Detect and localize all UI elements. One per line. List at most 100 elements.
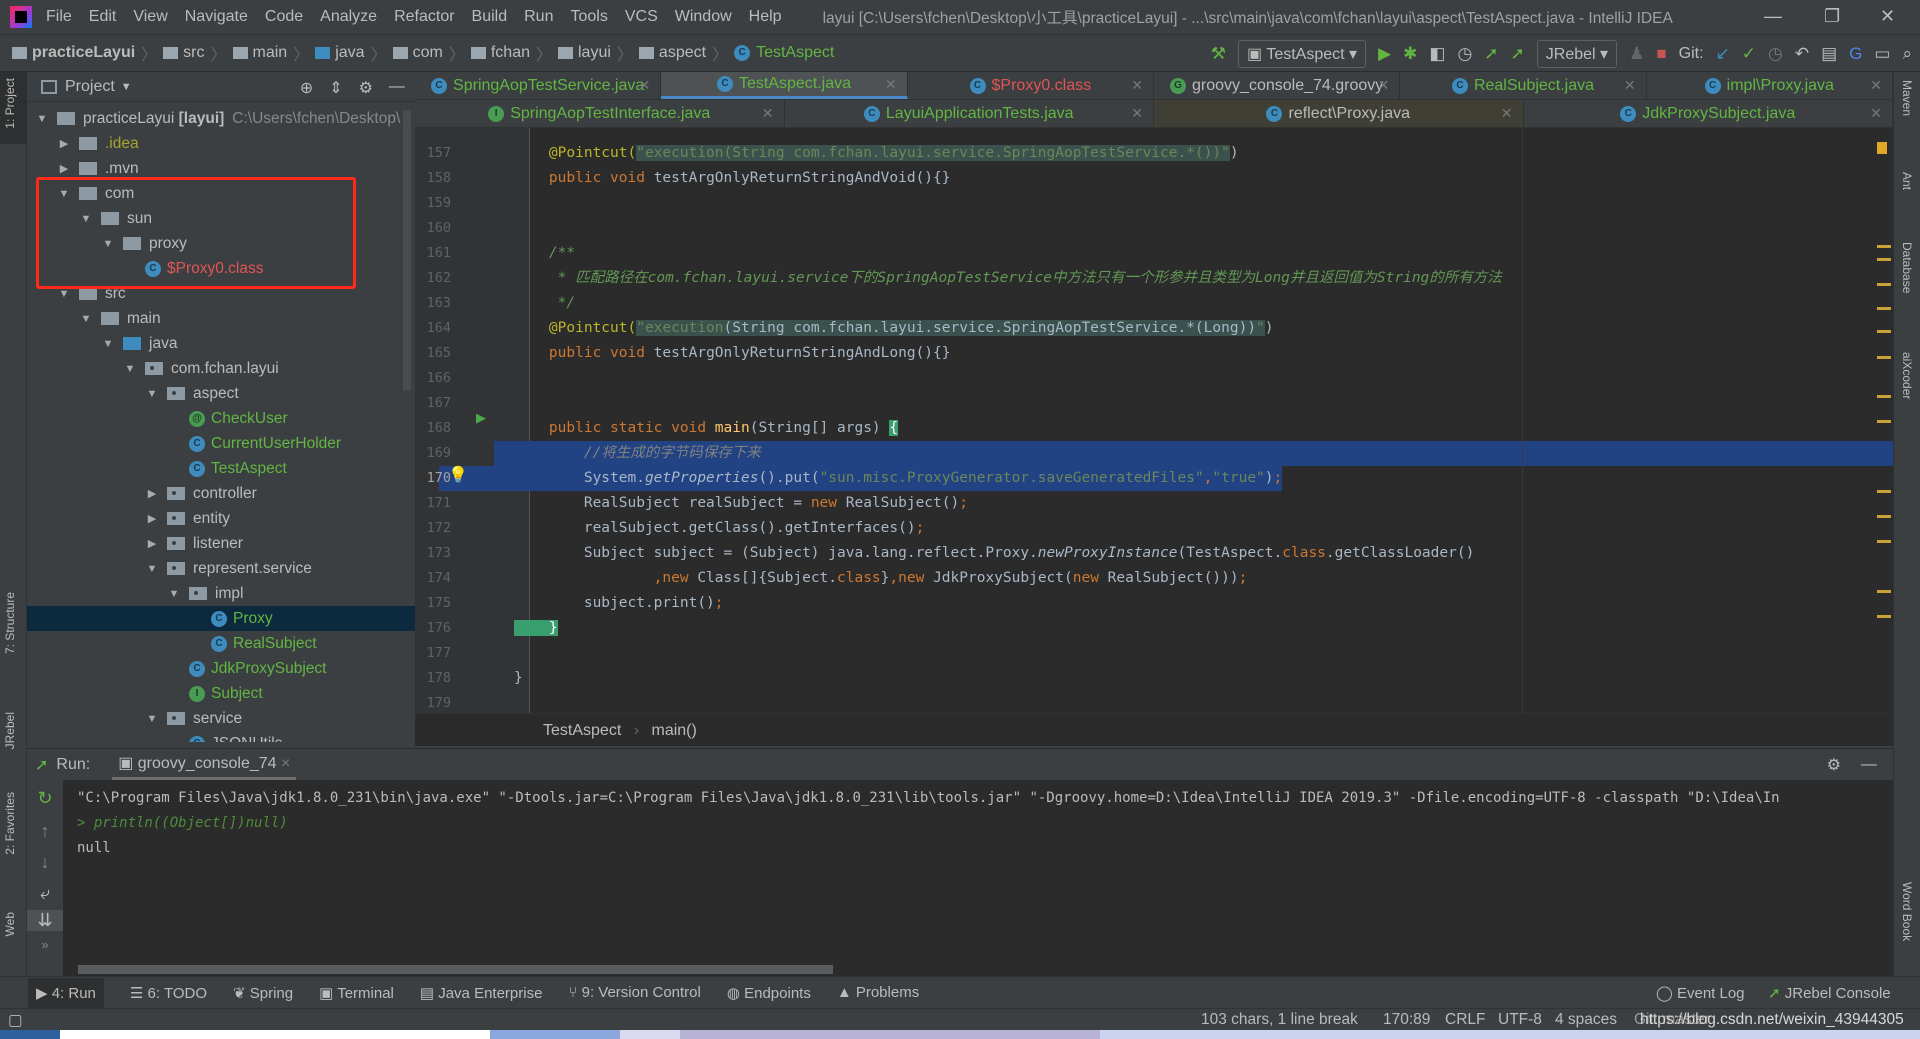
jrebel-debug-icon[interactable]: ➚: [1511, 44, 1525, 64]
rerun-icon[interactable]: ↻: [27, 788, 63, 809]
status-caret-position[interactable]: 170:89: [1383, 1011, 1430, 1029]
editor-tab[interactable]: C $Proxy0.class ✕: [908, 72, 1154, 99]
search-icon[interactable]: ⌕: [1902, 44, 1912, 64]
jrebel-console-button[interactable]: ➚ JRebel Console: [1768, 984, 1891, 1002]
project-view-select[interactable]: Project: [65, 78, 115, 96]
tree-item[interactable]: C TestAspect: [27, 456, 415, 481]
tree-item[interactable]: ▶ entity: [27, 506, 415, 531]
menu-vcs[interactable]: VCS: [625, 8, 658, 26]
tree-item[interactable]: C CurrentUserHolder: [27, 431, 415, 456]
tree-item[interactable]: ▼ aspect: [27, 381, 415, 406]
presentation-icon[interactable]: ▭: [1874, 44, 1890, 64]
menu-edit[interactable]: Edit: [89, 8, 117, 26]
nav-crumb[interactable]: aspect 〉: [638, 41, 734, 65]
close-tab-icon[interactable]: ✕: [1870, 105, 1882, 122]
close-tab-icon[interactable]: ×: [281, 755, 290, 772]
editor-tab[interactable]: Cimpl\Proxy.java ✕: [1647, 72, 1893, 99]
stripe-web[interactable]: Web: [3, 912, 17, 936]
editor-tab[interactable]: C LayuiApplicationTests.java ✕: [785, 100, 1154, 127]
stripe-database[interactable]: Database: [1900, 242, 1914, 293]
tool-tab-spring[interactable]: ❦ Spring: [233, 984, 293, 1002]
editor-tab[interactable]: Creflect\Proxy.java ✕: [1154, 100, 1524, 127]
build-hammer-icon[interactable]: ⚒: [1211, 44, 1226, 64]
close-button[interactable]: ✕: [1880, 6, 1895, 27]
jrebel-select[interactable]: JRebel ▾: [1536, 39, 1618, 68]
close-tab-icon[interactable]: ✕: [1131, 105, 1143, 122]
expanded-arrow-icon[interactable]: ▼: [145, 563, 159, 575]
stripe-structure[interactable]: 7: Structure: [3, 592, 17, 654]
translate-icon[interactable]: G: [1849, 44, 1862, 64]
gear-icon[interactable]: ⚙: [1827, 755, 1841, 775]
project-structure-icon[interactable]: ▤: [1821, 44, 1837, 64]
close-tab-icon[interactable]: ✕: [762, 105, 774, 122]
soft-wrap-icon[interactable]: ⤶: [27, 883, 63, 904]
expanded-arrow-icon[interactable]: ▼: [167, 588, 181, 600]
git-history-icon[interactable]: ◷: [1768, 44, 1783, 64]
collapsed-arrow-icon[interactable]: ▶: [145, 487, 159, 500]
git-commit-icon[interactable]: ✓: [1742, 44, 1756, 64]
expanded-arrow-icon[interactable]: ▼: [145, 388, 159, 400]
tool-tab-endpoints[interactable]: ◍ Endpoints: [727, 984, 811, 1002]
editor-tab[interactable]: C JdkProxySubject.java ✕: [1524, 100, 1893, 127]
stripe-ant[interactable]: Ant: [1900, 172, 1914, 190]
expanded-arrow-icon[interactable]: ▼: [35, 113, 49, 125]
tree-item[interactable]: C JSONUtils: [27, 731, 415, 742]
expanded-arrow-icon[interactable]: ▼: [57, 288, 71, 300]
run-gutter-icon[interactable]: ▶: [476, 410, 486, 426]
tool-tab--run[interactable]: ▶ 4: Run: [28, 977, 104, 1008]
menu-file[interactable]: File: [46, 8, 72, 26]
stripe-jrebel[interactable]: JRebel: [3, 712, 17, 749]
menu-tools[interactable]: Tools: [570, 8, 607, 26]
nav-crumb[interactable]: java 〉: [315, 41, 392, 65]
status-encoding[interactable]: UTF-8: [1498, 1011, 1542, 1029]
tree-item[interactable]: ▼ practiceLayui [layui] C:\Users\fchen\Des…: [27, 106, 415, 131]
gear-icon[interactable]: ⚙: [359, 78, 373, 98]
status-line-separator[interactable]: CRLF: [1445, 1011, 1485, 1029]
run-tab[interactable]: ▣ groovy_console_74 ×: [112, 749, 297, 780]
event-log-button[interactable]: ◯ Event Log: [1656, 984, 1745, 1002]
coverage-icon[interactable]: ◧: [1429, 44, 1445, 64]
up-icon[interactable]: ↑: [27, 821, 63, 842]
menu-help[interactable]: Help: [749, 8, 782, 26]
collapsed-arrow-icon[interactable]: ▶: [145, 512, 159, 525]
tree-item[interactable]: I Subject: [27, 681, 415, 706]
git-update-icon[interactable]: ↙: [1716, 44, 1730, 64]
menu-analyze[interactable]: Analyze: [320, 8, 377, 26]
tree-item[interactable]: ▶ .idea: [27, 131, 415, 156]
collapsed-arrow-icon[interactable]: ▶: [57, 137, 71, 150]
close-tab-icon[interactable]: ✕: [639, 77, 651, 94]
nav-crumb[interactable]: fchan 〉: [470, 41, 558, 65]
console-scrollbar[interactable]: [78, 965, 833, 974]
tree-item[interactable]: ▶ listener: [27, 531, 415, 556]
stripe-maven[interactable]: Maven: [1900, 80, 1914, 116]
more-icon[interactable]: »: [27, 937, 63, 952]
tree-item[interactable]: ▼ impl: [27, 581, 415, 606]
close-tab-icon[interactable]: ✕: [1624, 77, 1636, 94]
collapsed-arrow-icon[interactable]: ▶: [145, 537, 159, 550]
code-editor[interactable]: 157 @Pointcut("execution(String com.fcha…: [415, 128, 1893, 713]
nav-crumb[interactable]: layui 〉: [558, 41, 639, 65]
run-console[interactable]: "C:\Program Files\Java\jdk1.8.0_231\bin\…: [63, 780, 1893, 976]
close-tab-icon[interactable]: ✕: [885, 76, 897, 93]
rollback-icon[interactable]: ↶: [1795, 44, 1809, 64]
attach-icon[interactable]: ♟: [1629, 44, 1644, 64]
tool-tab--todo[interactable]: ☰ 6: TODO: [130, 984, 207, 1002]
menu-code[interactable]: Code: [265, 8, 303, 26]
nav-crumb[interactable]: com 〉: [392, 41, 471, 65]
tool-tab-java-enterprise[interactable]: ▤ Java Enterprise: [420, 984, 543, 1002]
editor-tab[interactable]: I SpringAopTestInterface.java ✕: [415, 100, 785, 127]
profile-icon[interactable]: ◷: [1457, 44, 1472, 64]
collapsed-arrow-icon[interactable]: ▶: [57, 162, 71, 175]
jrebel-run-icon[interactable]: ➚: [1484, 44, 1498, 64]
tree-item[interactable]: ▼ com.fchan.layui: [27, 356, 415, 381]
close-tab-icon[interactable]: ✕: [1501, 105, 1513, 122]
restore-button[interactable]: ❐: [1824, 6, 1840, 27]
close-tab-icon[interactable]: ✕: [1870, 77, 1882, 94]
menu-window[interactable]: Window: [675, 8, 732, 26]
stripe-project[interactable]: 1: Project: [3, 78, 17, 129]
tree-item[interactable]: C JdkProxySubject: [27, 656, 415, 681]
hide-icon[interactable]: —: [389, 78, 405, 98]
editor-tab[interactable]: C TestAspect.java ✕: [661, 72, 908, 99]
tool-tab-terminal[interactable]: ▣ Terminal: [319, 984, 394, 1002]
tree-item[interactable]: C RealSubject: [27, 631, 415, 656]
